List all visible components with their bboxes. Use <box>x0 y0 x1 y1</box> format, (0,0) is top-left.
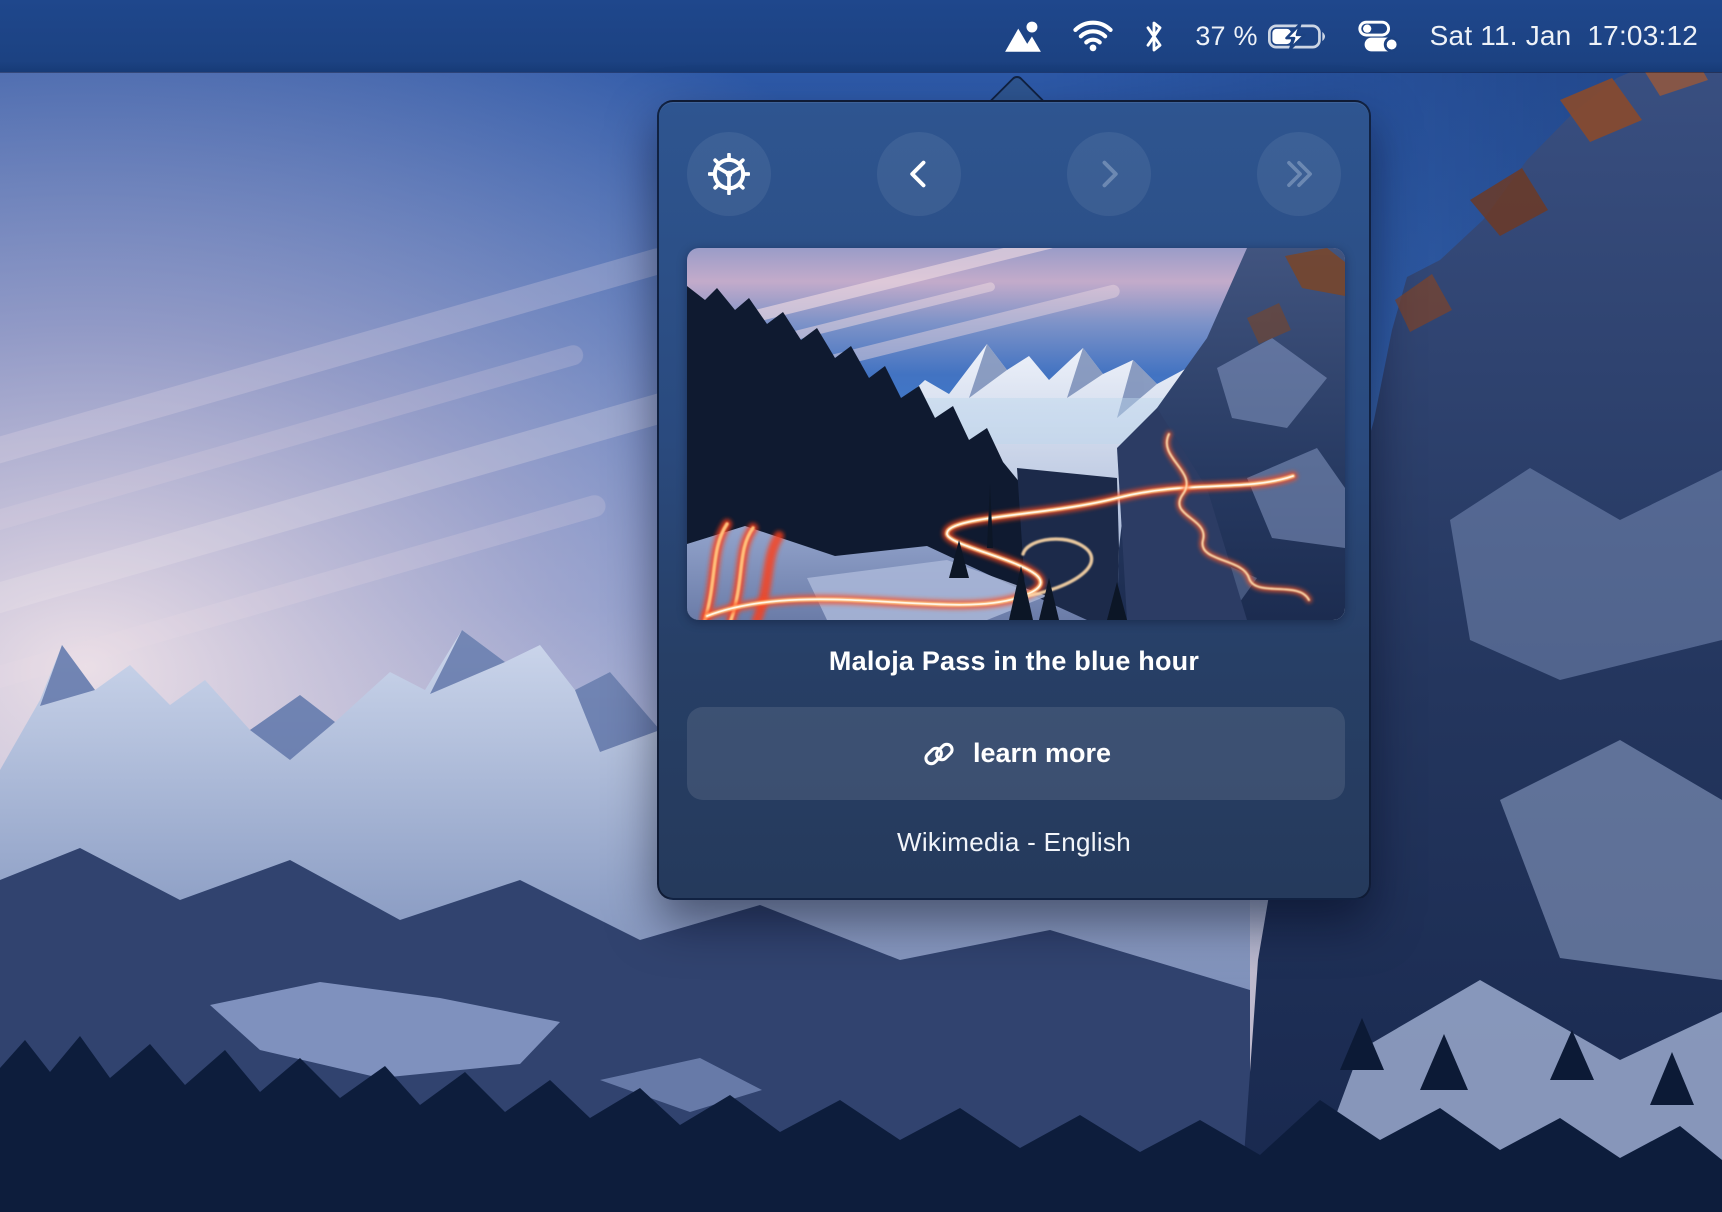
control-center-icon <box>1358 20 1400 52</box>
photo-widget-app-icon <box>1005 21 1042 52</box>
photo-title: Maloja Pass in the blue hour <box>828 646 1200 676</box>
chevron-left-icon <box>910 160 926 188</box>
battery-percent-label: 37 % <box>1195 20 1258 51</box>
skip-forward-button[interactable] <box>1257 132 1341 216</box>
popover-toolbar <box>659 102 1369 216</box>
photo-maloja-pass <box>687 248 1345 620</box>
menu-bar-wifi[interactable] <box>1073 0 1114 72</box>
menu-bar: 37 % Sat 11. Jan 17:03:12 <box>0 0 1722 72</box>
photo-of-the-day-popover: Maloja Pass in the blue hour learn more … <box>657 100 1371 900</box>
menu-bar-control-center[interactable] <box>1358 0 1400 72</box>
battery-charging-icon <box>1267 22 1325 50</box>
wifi-icon <box>1073 20 1114 52</box>
link-icon <box>924 742 954 765</box>
double-chevron-right-icon <box>1287 161 1312 187</box>
photo-of-the-day <box>687 248 1345 620</box>
settings-button[interactable] <box>687 132 771 216</box>
menu-bar-battery[interactable]: 37 % <box>1195 0 1327 72</box>
bluetooth-icon <box>1146 21 1162 51</box>
menu-bar-bluetooth[interactable] <box>1143 0 1165 72</box>
next-button[interactable] <box>1067 132 1151 216</box>
menu-bar-app-photo-widget[interactable] <box>1003 0 1043 72</box>
learn-more-button[interactable]: learn more <box>687 707 1345 800</box>
menu-bar-clock[interactable]: Sat 11. Jan 17:03:12 <box>1430 0 1698 72</box>
gear-icon <box>708 153 750 195</box>
previous-button[interactable] <box>877 132 961 216</box>
source-label: Wikimedia - English <box>897 827 1131 857</box>
learn-more-label: learn more <box>972 738 1112 768</box>
chevron-right-icon <box>1102 160 1118 188</box>
desktop: 37 % Sat 11. Jan 17:03:12 Maloja Pass in… <box>0 0 1722 1212</box>
